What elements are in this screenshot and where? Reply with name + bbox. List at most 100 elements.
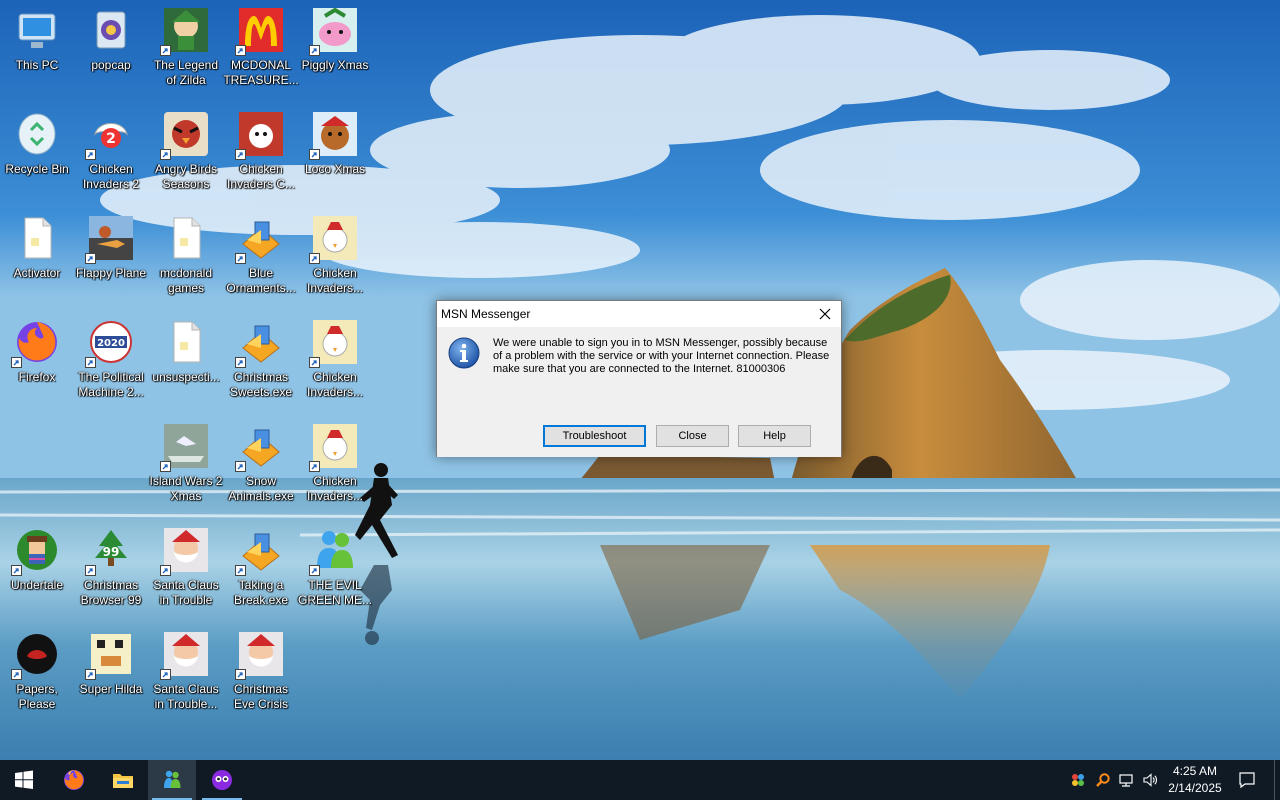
desktop-icon[interactable]: Chicken Invaders C... (224, 104, 298, 204)
desktop-icon[interactable]: Undertale (0, 520, 74, 620)
desktop-icon[interactable]: Taking a Break.exe (224, 520, 298, 620)
tray-app-icon[interactable] (1068, 770, 1088, 790)
desktop-icon-label: popcap (91, 58, 131, 72)
desktop-icon-label: Chicken Invaders C... (226, 162, 296, 191)
shortcut-arrow-icon (235, 669, 246, 680)
desktop-icon[interactable]: Santa Claus in Trouble (149, 520, 223, 620)
desktop-icon-label: Undertale (10, 578, 64, 592)
document-icon (162, 214, 210, 262)
svg-text:2: 2 (106, 131, 116, 147)
installer-icon (235, 422, 285, 472)
help-button[interactable]: Help (738, 425, 811, 447)
desktop-icon[interactable]: Angry Birds Seasons (149, 104, 223, 204)
desktop-icon[interactable]: THE EVIL GREEN ME... (298, 520, 372, 620)
firefox-icon (11, 318, 61, 368)
taskbar-purple-app[interactable] (198, 760, 246, 800)
shortcut-arrow-icon (235, 565, 246, 576)
installer-icon (235, 318, 285, 368)
close-button[interactable]: Close (656, 425, 729, 447)
desktop-icon[interactable]: Chicken Invaders... (298, 416, 372, 516)
desktop-icon[interactable]: Activator (0, 208, 74, 308)
svg-text:2020: 2020 (97, 338, 125, 349)
troubleshoot-button[interactable]: Troubleshoot (543, 425, 646, 447)
desktop-icon[interactable]: Papers, Please (0, 624, 74, 724)
desktop-icon[interactable]: MCDONAL TREASURE... (223, 0, 299, 100)
desktop-icon[interactable]: Blue Ornaments... (224, 208, 298, 308)
desktop-icon-label: Santa Claus in Trouble (153, 578, 219, 607)
tray-network-icon[interactable] (1116, 770, 1136, 790)
desktop-icon[interactable]: Firefox (0, 312, 74, 412)
santa-claus-icon (160, 526, 210, 576)
tray-search-icon[interactable] (1093, 770, 1113, 790)
recycle-bin-icon (13, 110, 61, 158)
msn-messenger-icon (164, 770, 181, 788)
undertale-icon (11, 526, 61, 576)
popcap-icon (87, 6, 135, 54)
desktop-icon[interactable]: Piggly Xmas (298, 0, 372, 100)
taskbar-msn-messenger[interactable] (148, 760, 196, 800)
desktop-icon[interactable]: 99 Christmas Browser 99 (74, 520, 148, 620)
document-icon (162, 318, 210, 366)
purple-app-icon (212, 770, 232, 790)
desktop-icon[interactable]: unsuspecti... (149, 312, 223, 412)
shortcut-arrow-icon (309, 461, 320, 472)
shortcut-arrow-icon (160, 461, 171, 472)
desktop-icon[interactable]: Snow Animals.exe (224, 416, 298, 516)
shortcut-arrow-icon (309, 45, 320, 56)
close-icon (819, 308, 831, 320)
taskbar-firefox[interactable] (50, 760, 98, 800)
shortcut-arrow-icon (160, 669, 171, 680)
mcdonalds-icon (235, 6, 285, 56)
super-hilda-icon (85, 630, 135, 680)
desktop-icon[interactable]: Chicken Invaders... (298, 208, 372, 308)
desktop-icon[interactable]: popcap (74, 0, 148, 100)
desktop-icon-label: MCDONAL TREASURE... (223, 58, 299, 87)
desktop-icon[interactable]: 2020 The Political Machine 2... (74, 312, 148, 412)
msn-messenger-icon (309, 526, 359, 576)
desktop-icon[interactable]: Flappy Plane (74, 208, 148, 308)
desktop-icon[interactable]: This PC (0, 0, 74, 100)
desktop-icon[interactable]: Super Hilda (74, 624, 148, 724)
shortcut-arrow-icon (85, 669, 96, 680)
desktop-icon[interactable]: Island Wars 2 Xmas (149, 416, 223, 516)
desktop-icon[interactable]: 2 Chicken Invaders 2 (74, 104, 148, 204)
action-center-button[interactable] (1234, 768, 1260, 792)
island-wars-icon (160, 422, 210, 472)
desktop-icon-label: Chicken Invaders 2 (82, 162, 140, 191)
desktop-icon-label: Christmas Browser 99 (80, 578, 142, 607)
chicken-invaders-icon (309, 318, 359, 368)
desktop-icon[interactable]: mcdonald games (149, 208, 223, 308)
chicken-invaders-2-icon: 2 (85, 110, 135, 160)
desktop-icon-label: Island Wars 2 Xmas (149, 474, 223, 503)
shortcut-arrow-icon (235, 45, 246, 56)
installer-icon (235, 214, 285, 264)
magnifier-icon (1096, 773, 1110, 787)
desktop-icon[interactable]: Santa Claus in Trouble... (149, 624, 223, 724)
desktop-icon[interactable]: Chicken Invaders... (298, 312, 372, 412)
tray-volume-icon[interactable] (1140, 770, 1160, 790)
start-button[interactable] (0, 760, 48, 800)
desktop-icon-label: The Legend of Zilda (153, 58, 219, 87)
desktop-icon-label: Angry Birds Seasons (154, 162, 218, 191)
desktop-icon-label: Santa Claus in Trouble... (153, 682, 219, 711)
clock-time: 4:25 AM (1172, 764, 1218, 778)
desktop-icon[interactable]: Christmas Eve Crisis (224, 624, 298, 724)
taskbar-file-explorer[interactable] (99, 760, 147, 800)
dialog-body: We were unable to sign you in to MSN Mes… (437, 327, 841, 457)
clock-date: 2/14/2025 (1168, 781, 1222, 795)
shortcut-arrow-icon (160, 565, 171, 576)
desktop-icon[interactable]: The Legend of Zilda (149, 0, 223, 100)
dialog-close-button[interactable] (809, 301, 841, 327)
document-icon (13, 214, 61, 262)
msn-messenger-dialog: MSN Messenger We were unable to sign you… (436, 300, 842, 457)
dialog-titlebar[interactable]: MSN Messenger (437, 301, 841, 327)
desktop-icon[interactable]: Loco Xmas (298, 104, 372, 204)
angry-birds-icon (160, 110, 210, 160)
desktop-icon[interactable]: Christmas Sweets.exe (224, 312, 298, 412)
show-desktop-button[interactable] (1274, 760, 1280, 800)
desktop-icon-label: Taking a Break.exe (233, 578, 289, 607)
taskbar-clock[interactable]: 4:25 AM 2/14/2025 (1160, 763, 1230, 797)
desktop-icon[interactable]: Recycle Bin (0, 104, 74, 204)
santa-claus-icon (160, 630, 210, 680)
installer-icon (235, 526, 285, 576)
